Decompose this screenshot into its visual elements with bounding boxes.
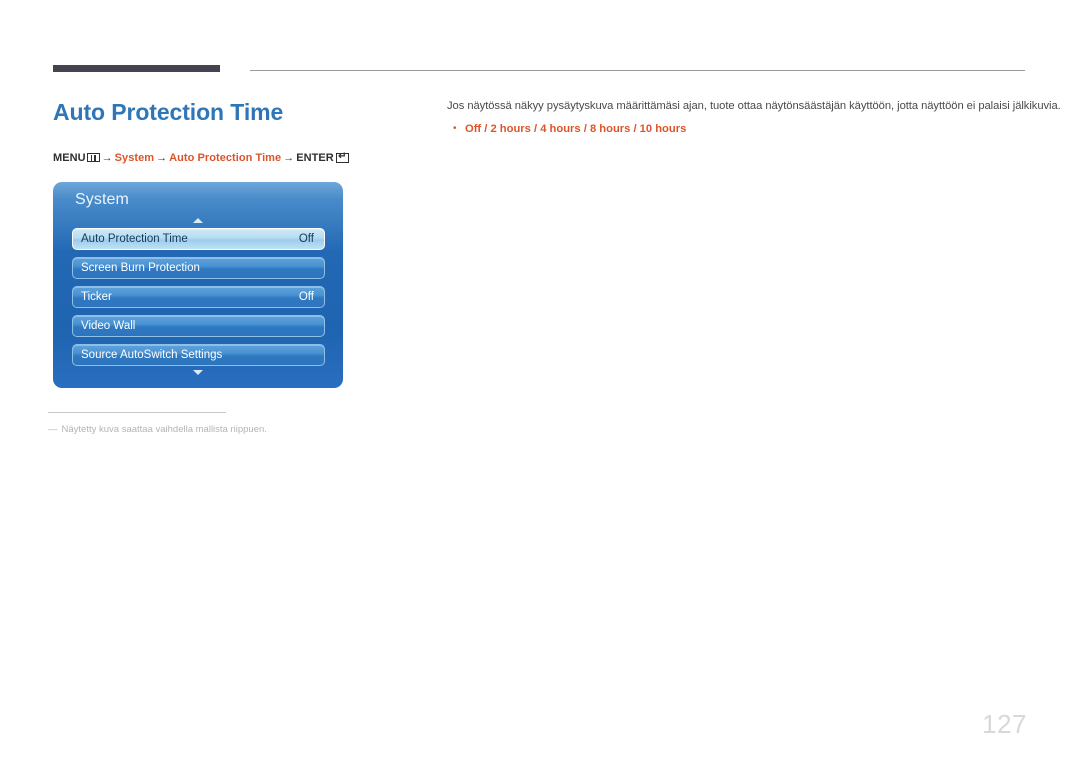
osd-item-label: Screen Burn Protection [81, 262, 200, 274]
bullet-marker-icon: • [453, 123, 457, 134]
osd-scroll-up[interactable] [53, 216, 343, 225]
breadcrumb-segment-system: System [114, 152, 155, 164]
breadcrumb-arrow-2: → [156, 152, 168, 164]
osd-item-video-wall[interactable]: Video Wall [72, 315, 325, 337]
osd-item-auto-protection-time[interactable]: Auto Protection Time Off [72, 228, 325, 250]
enter-key-icon: ↵ [335, 150, 349, 163]
triangle-up-icon [193, 218, 203, 223]
breadcrumb-menu-label: MENU [53, 152, 86, 164]
osd-item-label: Ticker [81, 291, 112, 303]
osd-scroll-down[interactable] [53, 368, 343, 377]
osd-item-value: Off [298, 233, 314, 245]
osd-system-panel: System Auto Protection Time Off Screen B… [53, 182, 343, 388]
description-block: Jos näytössä näkyy pysäytyskuva määrittä… [447, 99, 1061, 136]
osd-item-label: Auto Protection Time [81, 233, 188, 245]
osd-menu-list: Auto Protection Time Off Screen Burn Pro… [72, 228, 325, 373]
osd-panel-title: System [75, 191, 129, 208]
osd-item-source-autoswitch-settings[interactable]: Source AutoSwitch Settings [72, 344, 325, 366]
page-title: Auto Protection Time [53, 99, 284, 125]
footnote-dash: ― [48, 424, 58, 435]
breadcrumb-arrow-1: → [101, 152, 113, 164]
osd-item-ticker[interactable]: Ticker Off [72, 286, 325, 308]
menu-bars-icon [86, 153, 100, 162]
triangle-down-icon [193, 370, 203, 375]
page-number: 127 [982, 709, 1027, 739]
osd-item-label: Video Wall [81, 320, 136, 332]
footnote: ― Näytetty kuva saattaa vaihdella mallist… [48, 424, 267, 435]
breadcrumb-enter-label: ENTER [296, 152, 334, 164]
header-rule-line [250, 70, 1025, 71]
footnote-divider [48, 412, 226, 413]
breadcrumb: MENU → System → Auto Protection Time → ENTER ↵ [53, 150, 349, 164]
enter-key-glyph: ↵ [338, 150, 347, 162]
osd-item-value: Off [298, 291, 314, 303]
description-options-list: Off / 2 hours / 4 hours / 8 hours / 10 h… [465, 123, 687, 135]
osd-item-label: Source AutoSwitch Settings [81, 349, 223, 361]
description-bullet-item: • Off / 2 hours / 4 hours / 8 hours / 10… [447, 122, 1027, 136]
footnote-text: Näytetty kuva saattaa vaihdella mallista… [61, 424, 267, 435]
header-rule-accent [53, 65, 220, 72]
description-paragraph: Jos näytössä näkyy pysäytyskuva määrittä… [447, 100, 1061, 112]
breadcrumb-arrow-3: → [283, 152, 295, 164]
osd-item-screen-burn-protection[interactable]: Screen Burn Protection [72, 257, 325, 279]
breadcrumb-segment-auto-protection-time: Auto Protection Time [169, 152, 282, 164]
